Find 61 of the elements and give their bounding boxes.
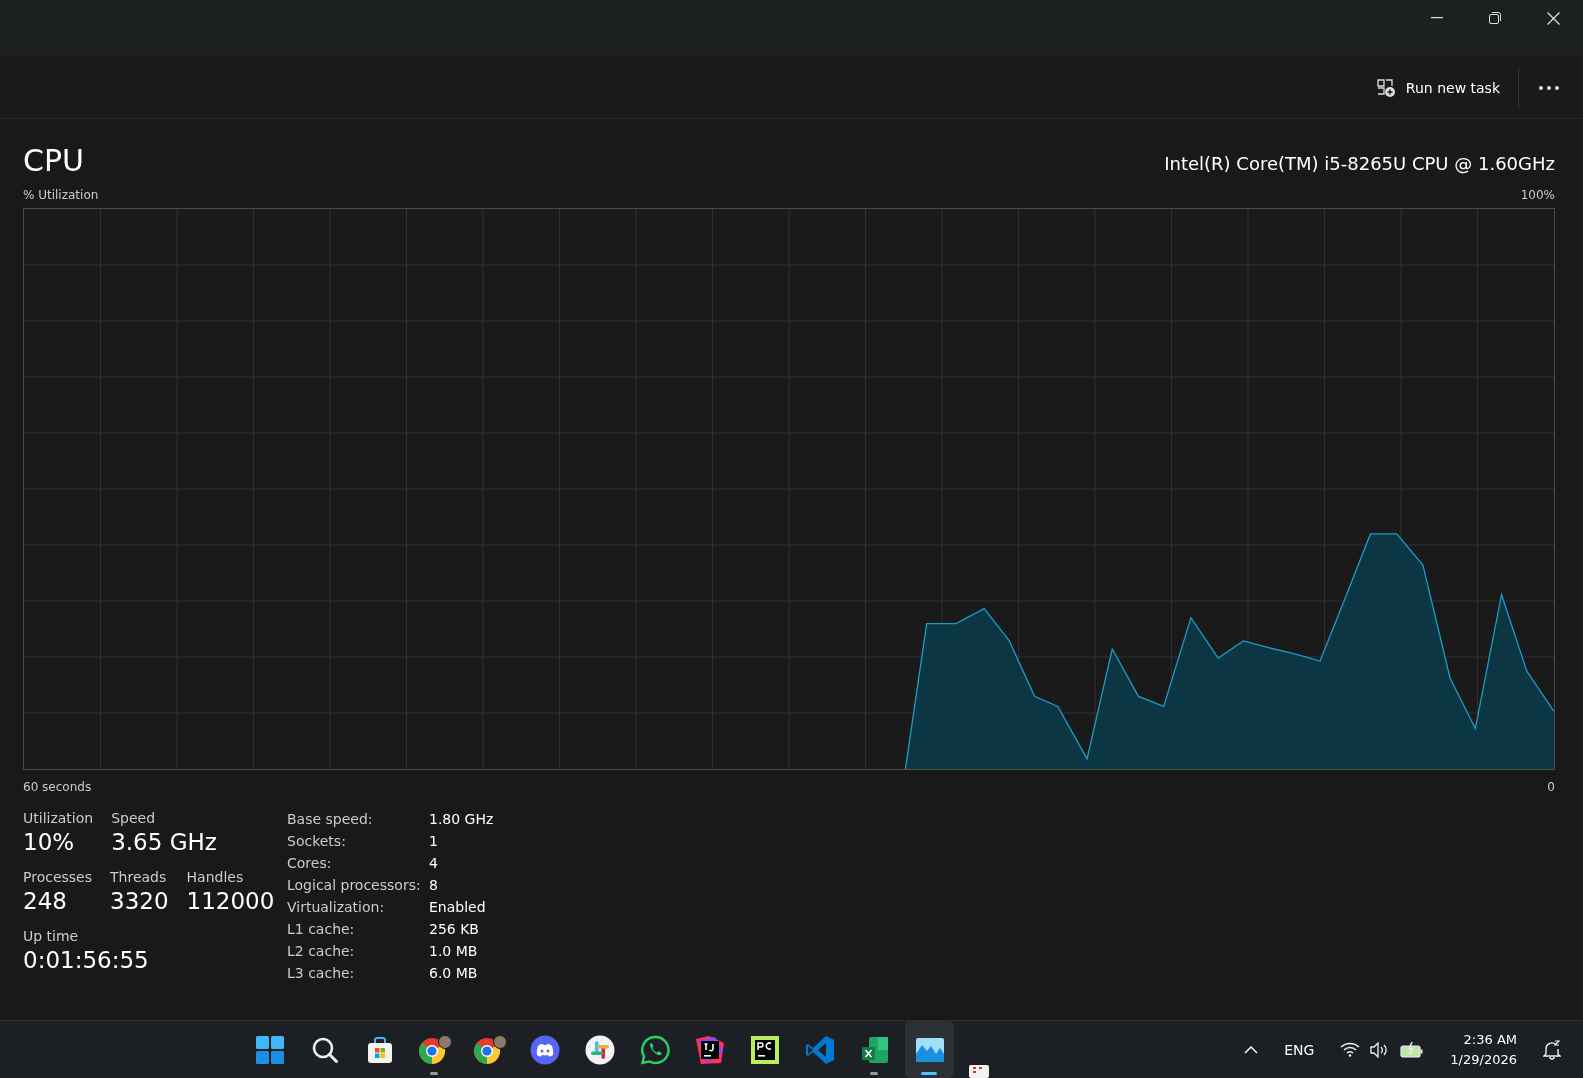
stat-value: 0:01:56:55 — [23, 947, 149, 973]
document-icon — [968, 1064, 990, 1078]
shopping-bag-icon — [365, 1035, 394, 1064]
new-task-icon — [1375, 77, 1396, 98]
minimize-icon[interactable] — [1431, 17, 1443, 19]
detail-value: 8 — [429, 877, 439, 893]
stat-value: 10% — [23, 829, 76, 855]
stat-value: 3.65 GHz — [111, 829, 217, 855]
detail-value: 1.0 MB — [429, 943, 479, 959]
battery-charging-icon[interactable] — [1400, 1041, 1425, 1058]
detail-value: 6.0 MB — [429, 965, 479, 981]
stat-label: Up time — [23, 928, 80, 944]
ide-icon — [749, 1034, 780, 1065]
detail-label: L2 cache: — [287, 943, 356, 959]
start-icon — [254, 1034, 285, 1065]
processor-name: Intel(R) Core(TM) i5-8265U CPU @ 1.60GHz — [1164, 153, 1555, 176]
search-icon — [310, 1035, 339, 1064]
activity-graph-icon — [914, 1036, 945, 1063]
chat-bubble-icon — [529, 1034, 560, 1065]
detail-label: Logical processors: — [287, 877, 422, 893]
detail-value: 1 — [429, 833, 439, 849]
browser-icon — [417, 1034, 452, 1065]
stat-label: Processes — [23, 869, 92, 885]
detail-label: Virtualization: — [287, 899, 386, 915]
restore-icon[interactable] — [1489, 12, 1501, 24]
notification-bell-icon[interactable] — [1543, 1039, 1561, 1060]
close-icon[interactable] — [1547, 12, 1560, 25]
detail-value: Enabled — [429, 899, 487, 915]
code-editor-icon — [804, 1034, 835, 1065]
detail-label: Cores: — [287, 855, 333, 871]
axis-label: 100% — [1520, 188, 1555, 202]
detail-label: L3 cache: — [287, 965, 356, 981]
stat-label: Handles — [186, 869, 245, 885]
taskbar-app-button[interactable] — [905, 1021, 954, 1078]
detail-value: 1.80 GHz — [429, 811, 494, 827]
stat-value: 248 — [23, 888, 68, 914]
page-title: CPU — [23, 143, 84, 178]
clock[interactable]: 2:36 AM 1/29/2026 — [1450, 1029, 1517, 1070]
detail-label: L1 cache: — [287, 921, 356, 937]
phone-bubble-icon — [639, 1034, 670, 1065]
spreadsheet-icon — [859, 1034, 890, 1065]
stat-label: Speed — [111, 810, 157, 826]
language-indicator[interactable]: ENG — [1284, 1041, 1315, 1058]
axis-label: % Utilization — [23, 188, 99, 202]
detail-value: 4 — [429, 855, 439, 871]
more-options-icon[interactable] — [1539, 85, 1559, 90]
detail-value: 256 KB — [429, 921, 480, 937]
axis-label: 60 seconds — [23, 780, 92, 794]
stat-label: Utilization — [23, 810, 94, 826]
axis-label: 0 — [1547, 780, 1555, 794]
stat-value: 3320 — [110, 888, 169, 914]
wifi-icon[interactable] — [1340, 1042, 1361, 1057]
browser-icon — [472, 1034, 507, 1065]
chevron-up-icon[interactable] — [1244, 1045, 1259, 1054]
ide-icon — [694, 1034, 725, 1065]
stat-label: Threads — [110, 869, 168, 885]
hash-icon — [584, 1034, 615, 1065]
run-new-task-button[interactable]: Run new task — [1365, 69, 1510, 106]
detail-label: Sockets: — [287, 833, 347, 849]
stat-value: 112000 — [186, 888, 275, 914]
detail-label: Base speed: — [287, 811, 374, 827]
